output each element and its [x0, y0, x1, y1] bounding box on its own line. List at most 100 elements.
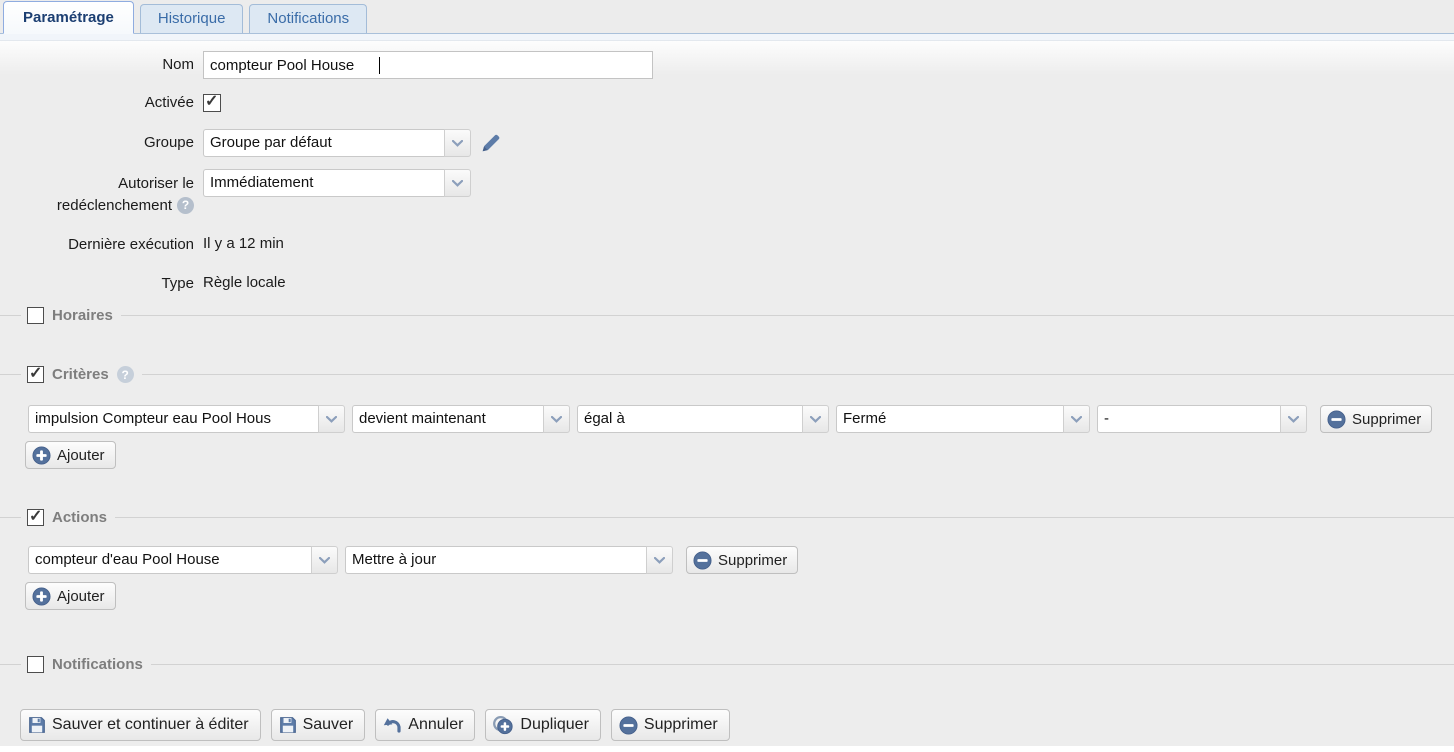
redeclenchement-label-line1: Autoriser le — [0, 174, 194, 193]
duplicate-label: Dupliquer — [520, 716, 588, 734]
save-and-continue-button[interactable]: Sauver et continuer à éditer — [20, 709, 261, 741]
chevron-down-icon[interactable] — [444, 129, 471, 157]
notifications-checkbox[interactable] — [27, 656, 44, 673]
bottom-strip — [0, 746, 1454, 752]
groupe-select[interactable]: Groupe par défaut — [203, 129, 471, 157]
tab-notifications[interactable]: Notifications — [249, 4, 367, 33]
cancel-button[interactable]: Annuler — [375, 709, 475, 741]
criteria-value-value: Fermé — [836, 405, 1063, 433]
chevron-down-icon[interactable] — [318, 405, 345, 433]
save-and-continue-label: Sauver et continuer à éditer — [52, 716, 249, 734]
horaires-label: Horaires — [44, 307, 121, 324]
type-label: Type — [0, 270, 203, 293]
save-label: Sauver — [303, 716, 354, 734]
tab-strip — [0, 34, 1454, 41]
delete-criteria-button[interactable]: Supprimer — [1320, 405, 1432, 433]
row-groupe: Groupe Groupe par défaut — [0, 129, 1454, 157]
criteria-add-row: Ajouter — [25, 441, 1454, 469]
criteres-checkbox[interactable] — [27, 366, 44, 383]
duplicate-button[interactable]: Dupliquer — [485, 709, 600, 741]
divider — [121, 315, 1454, 316]
redeclenchement-select[interactable]: Immédiatement — [203, 169, 471, 197]
save-icon — [28, 716, 46, 734]
chevron-down-icon[interactable] — [646, 546, 673, 574]
parametrage-panel: Nom Activée Groupe Groupe par défaut Aut… — [0, 41, 1454, 744]
type-value: Règle locale — [203, 270, 286, 291]
criteria-event-select[interactable]: devient maintenant — [352, 405, 570, 433]
redeclenchement-help-icon[interactable]: ? — [177, 197, 194, 214]
plus-circle-icon — [32, 587, 51, 606]
divider — [142, 374, 1454, 375]
section-actions-legend: Actions — [0, 509, 1454, 526]
criteria-operator-value: égal à — [577, 405, 802, 433]
chevron-down-icon[interactable] — [1280, 405, 1307, 433]
redeclenchement-selected-value: Immédiatement — [203, 169, 444, 197]
minus-circle-icon — [693, 551, 712, 570]
add-action-label: Ajouter — [57, 588, 105, 605]
chevron-down-icon[interactable] — [311, 546, 338, 574]
delete-criteria-label: Supprimer — [1352, 411, 1421, 428]
action-row: compteur d'eau Pool House Mettre à jour … — [28, 546, 1454, 574]
derniere-execution-value: Il y a 12 min — [203, 231, 284, 252]
nom-label: Nom — [0, 51, 203, 74]
action-device-value: compteur d'eau Pool House — [28, 546, 311, 574]
undo-arrow-icon — [383, 717, 402, 734]
criteria-device-value: impulsion Compteur eau Pool Hous — [28, 405, 318, 433]
row-derniere-execution: Dernière exécution Il y a 12 min — [0, 231, 1454, 254]
groupe-label: Groupe — [0, 129, 203, 152]
notifications-label: Notifications — [44, 656, 151, 673]
groupe-selected-value: Groupe par défaut — [203, 129, 444, 157]
duplicate-icon — [493, 716, 514, 735]
delete-action-button[interactable]: Supprimer — [686, 546, 798, 574]
nom-input[interactable] — [203, 51, 653, 79]
tab-historique[interactable]: Historique — [140, 4, 244, 33]
add-action-button[interactable]: Ajouter — [25, 582, 116, 610]
chevron-down-icon[interactable] — [543, 405, 570, 433]
edit-group-pencil-icon[interactable] — [480, 132, 502, 154]
criteria-row: impulsion Compteur eau Pool Hous devient… — [28, 405, 1454, 433]
row-redeclenchement: Autoriser le redéclenchement ? Immédiate… — [0, 169, 1454, 215]
row-activee: Activée — [0, 91, 1454, 112]
divider — [115, 517, 1454, 518]
minus-circle-icon — [1327, 410, 1346, 429]
add-criteria-label: Ajouter — [57, 447, 105, 464]
horaires-checkbox[interactable] — [27, 307, 44, 324]
actions-checkbox[interactable] — [27, 509, 44, 526]
tab-parametrage[interactable]: Paramétrage — [3, 1, 134, 34]
section-horaires-legend: Horaires — [0, 307, 1454, 324]
redeclenchement-label-line2: redéclenchement — [57, 196, 172, 215]
divider — [0, 315, 21, 316]
divider — [0, 374, 21, 375]
criteres-help-icon[interactable]: ? — [117, 366, 134, 383]
text-cursor — [379, 57, 380, 74]
chevron-down-icon[interactable] — [802, 405, 829, 433]
row-type: Type Règle locale — [0, 270, 1454, 293]
action-type-select[interactable]: Mettre à jour — [345, 546, 673, 574]
criteria-operator-select[interactable]: égal à — [577, 405, 829, 433]
action-add-row: Ajouter — [25, 582, 1454, 610]
criteria-param-value: - — [1097, 405, 1280, 433]
section-notifications-legend: Notifications — [0, 656, 1454, 673]
chevron-down-icon[interactable] — [444, 169, 471, 197]
criteria-device-select[interactable]: impulsion Compteur eau Pool Hous — [28, 405, 345, 433]
action-device-select[interactable]: compteur d'eau Pool House — [28, 546, 338, 574]
criteria-event-value: devient maintenant — [352, 405, 543, 433]
cancel-label: Annuler — [408, 716, 463, 734]
criteria-value-select[interactable]: Fermé — [836, 405, 1090, 433]
delete-rule-button[interactable]: Supprimer — [611, 709, 730, 741]
add-criteria-button[interactable]: Ajouter — [25, 441, 116, 469]
activee-label: Activée — [0, 91, 203, 112]
plus-circle-icon — [32, 446, 51, 465]
divider — [0, 517, 21, 518]
delete-rule-label: Supprimer — [644, 716, 718, 734]
derniere-execution-label: Dernière exécution — [0, 231, 203, 254]
activee-checkbox[interactable] — [203, 94, 221, 112]
minus-circle-icon — [619, 716, 638, 735]
chevron-down-icon[interactable] — [1063, 405, 1090, 433]
criteria-param-select[interactable]: - — [1097, 405, 1307, 433]
save-button[interactable]: Sauver — [271, 709, 366, 741]
tab-bar: Paramétrage Historique Notifications — [0, 0, 1454, 34]
actions-label: Actions — [44, 509, 115, 526]
footer-buttons: Sauver et continuer à éditer Sauver An — [20, 709, 1454, 741]
section-criteres-legend: Critères ? — [0, 366, 1454, 383]
